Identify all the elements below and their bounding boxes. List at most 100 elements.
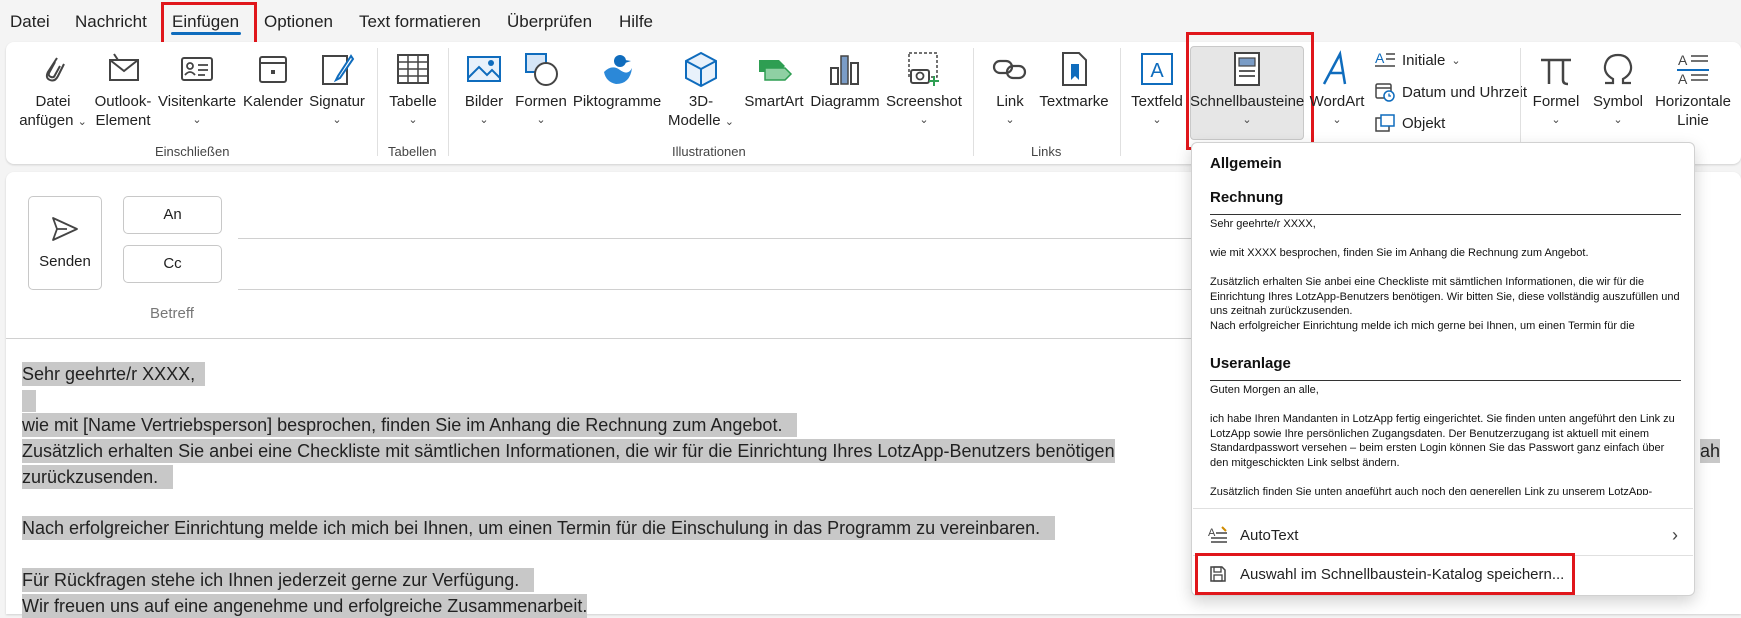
selection-gap <box>195 362 206 386</box>
signature-pen-icon <box>322 54 355 85</box>
link-icon <box>992 59 1027 80</box>
equation-button[interactable]: Formel ⌄ <box>1528 50 1584 130</box>
3d-models-button[interactable]: 3D- Modelle ⌄ <box>664 50 738 132</box>
body-line[interactable]: Nach erfolgreicher Einrichtung melde ich… <box>22 516 1056 540</box>
textbox-button[interactable]: A Textfeld ⌄ <box>1128 50 1186 130</box>
body-line-overflow: ah <box>1700 439 1721 463</box>
signature-button[interactable]: Signatur ⌄ <box>306 50 368 130</box>
building-block-useranlage[interactable]: Guten Morgen an alle, ich habe Ihren Man… <box>1210 380 1681 495</box>
drop-cap-icon: A <box>1375 50 1395 67</box>
horizontal-line-icon: AA <box>1677 52 1709 87</box>
send-button[interactable]: Senden <box>28 196 102 290</box>
body-line[interactable]: Zusätzlich erhalten Sie anbei eine Check… <box>22 439 1115 463</box>
shapes-button[interactable]: Formen ⌄ <box>514 50 568 130</box>
autotext-label: AutoText <box>1240 526 1299 544</box>
calendar-button[interactable]: Kalender <box>240 50 306 111</box>
pictogram-bird-icon <box>604 55 632 84</box>
svg-text:A: A <box>1678 52 1688 68</box>
building-block-title: Useranlage <box>1210 355 1291 372</box>
tab-text-formatieren[interactable]: Text formatieren <box>359 12 481 32</box>
label: Tabelle <box>389 93 437 110</box>
label: Symbol <box>1592 93 1644 110</box>
link-button[interactable]: Link ⌄ <box>988 50 1032 130</box>
attach-file-button[interactable]: Datei anfügen ⌄ <box>14 50 92 132</box>
body-text: ah <box>1700 439 1721 463</box>
tab-hilfe[interactable]: Hilfe <box>619 12 653 32</box>
business-card-icon <box>181 57 213 81</box>
label: Textfeld <box>1131 93 1183 110</box>
smartart-button[interactable]: SmartArt <box>740 50 808 111</box>
body-line[interactable]: Sehr geehrte/r XXXX, <box>22 362 206 386</box>
preview-line: Zusätzlich finden Sie unten angeführt au… <box>1210 485 1653 496</box>
section-header-general: Allgemein <box>1210 155 1282 172</box>
object-button[interactable]: Objekt <box>1374 113 1445 133</box>
object-icon <box>1375 114 1395 132</box>
drop-cap-button[interactable]: A Initiale ⌄ <box>1374 50 1461 70</box>
svg-text:A: A <box>1375 50 1385 66</box>
building-block-rechnung[interactable]: Sehr geehrte/r XXXX, wie mit XXXX bespro… <box>1210 214 1681 335</box>
preview-line: ich habe Ihren Mandanten in LotzApp fert… <box>1210 413 1675 469</box>
screenshot-button[interactable]: Screenshot ⌄ <box>886 50 962 130</box>
chevron-right-icon: › <box>1672 524 1678 545</box>
icons-button[interactable]: Piktogramme <box>570 50 664 111</box>
shapes-icon <box>525 53 558 86</box>
label: Bilder <box>464 93 504 110</box>
autotext-menu-item[interactable]: A AutoText › <box>1204 518 1682 552</box>
send-icon <box>52 217 78 241</box>
outlook-element-button[interactable]: Outlook- Element <box>88 50 158 130</box>
to-field-underline <box>238 238 1191 239</box>
date-time-button[interactable]: Datum und Uhrzeit <box>1374 82 1527 102</box>
body-text: Für Rückfragen stehe ich Ihnen jederzeit… <box>22 568 520 592</box>
group-label-illustrationen: Illustrationen <box>672 144 746 159</box>
body-line[interactable]: zurückzusenden. <box>22 465 174 489</box>
wordart-button[interactable]: WordArt ⌄ <box>1306 50 1368 130</box>
body-text: zurückzusenden. <box>22 465 159 489</box>
label-line1: Datei <box>35 93 71 110</box>
omega-icon <box>1603 53 1633 85</box>
label: SmartArt <box>744 93 804 110</box>
send-label: Senden <box>39 253 91 270</box>
chevron-down-icon: ⌄ <box>479 114 489 126</box>
bookmark-button[interactable]: Textmarke <box>1036 50 1112 111</box>
label: WordArt <box>1309 93 1365 110</box>
symbol-button[interactable]: Symbol ⌄ <box>1588 50 1648 130</box>
pictures-button[interactable]: Bilder ⌄ <box>460 50 508 130</box>
chevron-down-icon: ⌄ <box>77 116 87 128</box>
chart-button[interactable]: Diagramm <box>808 50 882 111</box>
body-text: Nach erfolgreicher Einrichtung melde ich… <box>22 516 1041 540</box>
group-separator <box>448 48 449 156</box>
tab-optionen[interactable]: Optionen <box>264 12 333 32</box>
chevron-down-icon: ⌄ <box>1332 114 1342 126</box>
chevron-down-icon: ⌄ <box>332 114 342 126</box>
tab-datei[interactable]: Datei <box>10 12 50 32</box>
calendar-icon <box>259 56 287 83</box>
autotext-icon: A <box>1208 526 1227 543</box>
chevron-down-icon: ⌄ <box>724 116 734 128</box>
business-card-button[interactable]: Visitenkarte ⌄ <box>158 50 236 130</box>
smartart-icon <box>759 60 793 81</box>
chevron-down-icon: ⌄ <box>408 114 418 126</box>
table-icon <box>397 54 429 84</box>
group-separator <box>973 48 974 156</box>
bar-chart-icon <box>830 55 859 85</box>
subject-field-underline <box>6 338 1191 339</box>
screenshot-camera-icon <box>908 52 939 86</box>
group-separator <box>1120 48 1121 156</box>
svg-text:A: A <box>1208 527 1216 539</box>
table-button[interactable]: Tabelle ⌄ <box>386 50 440 130</box>
cc-field-underline <box>238 289 1191 290</box>
group-separator <box>377 48 378 156</box>
paperclip-icon <box>45 57 65 82</box>
to-button[interactable]: An <box>123 196 222 234</box>
tab-ueberpruefen[interactable]: Überprüfen <box>507 12 592 32</box>
label: Formel <box>1532 93 1580 110</box>
label: Visitenkarte <box>158 93 237 110</box>
subject-label: Betreff <box>150 305 194 322</box>
menu-separator <box>1193 508 1693 509</box>
body-line[interactable]: Für Rückfragen stehe ich Ihnen jederzeit… <box>22 568 535 592</box>
cc-button[interactable]: Cc <box>123 245 222 283</box>
body-line[interactable]: wie mit [Name Vertriebsperson] besproche… <box>22 413 798 437</box>
tab-nachricht[interactable]: Nachricht <box>75 12 147 32</box>
horizontal-line-button[interactable]: AA Horizontale Linie <box>1650 50 1736 130</box>
image-icon <box>467 56 501 82</box>
